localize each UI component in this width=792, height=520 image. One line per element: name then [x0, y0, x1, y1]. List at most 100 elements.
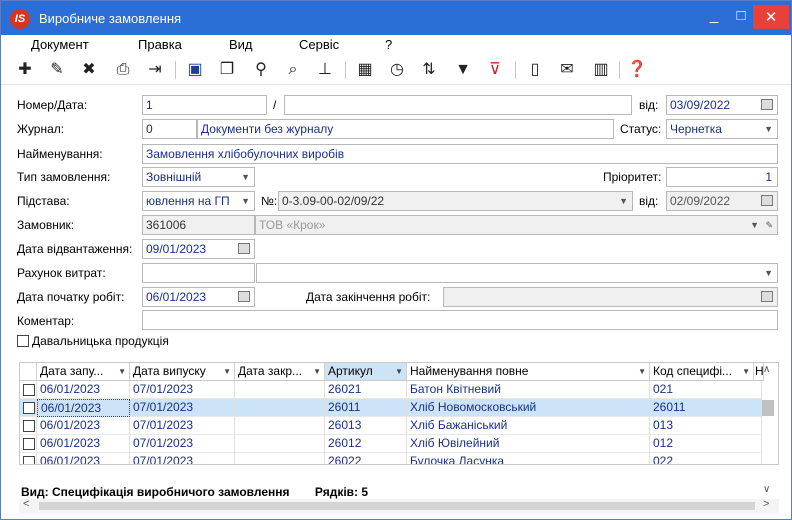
help-icon[interactable]: ❓ [625, 58, 649, 82]
grid-icon[interactable]: ▦ [353, 58, 377, 82]
dropdown-icon[interactable]: ▼ [313, 363, 321, 380]
row-checkbox[interactable] [23, 402, 35, 414]
release-date-cell[interactable]: 07/01/2023 [130, 453, 235, 464]
ship-date-field[interactable]: 09/01/2023 [142, 239, 255, 259]
chevron-down-icon[interactable]: ▼ [764, 264, 773, 282]
sort-icon[interactable]: ⇅ [417, 58, 441, 82]
chevron-down-icon[interactable]: ▼ [764, 120, 773, 138]
columns-icon[interactable]: ▥ [589, 58, 613, 82]
number-field[interactable]: 1 [142, 95, 267, 115]
column-header-full-name[interactable]: Найменування повне ▼ [407, 363, 650, 381]
copy-icon[interactable]: ❐ [215, 58, 239, 82]
journal-code-field[interactable]: 0 [142, 119, 197, 139]
close-date-cell[interactable] [235, 417, 325, 435]
spec-code-cell[interactable]: 012 [650, 435, 762, 453]
cost-account-code-field[interactable] [142, 263, 255, 283]
full-name-cell[interactable]: Хліб Бажаніський [407, 417, 650, 435]
launch-date-cell[interactable]: 06/01/2023 [37, 453, 130, 464]
launch-date-cell[interactable]: 06/01/2023 [37, 399, 130, 417]
spec-code-cell[interactable]: 021 [650, 381, 762, 399]
row-checkbox-cell[interactable] [20, 435, 37, 453]
mail-icon[interactable]: ✉ [555, 58, 579, 82]
filter-icon[interactable]: ▼ [451, 58, 475, 82]
article-cell[interactable]: 26022 [325, 453, 407, 464]
status-select[interactable]: Чернетка ▼ [666, 119, 778, 139]
row-checkbox[interactable] [23, 420, 35, 432]
launch-date-cell[interactable]: 06/01/2023 [37, 435, 130, 453]
scroll-left-icon[interactable]: < [23, 498, 29, 510]
menu-service[interactable]: Сервіс [299, 37, 339, 52]
vertical-scrollbar[interactable]: ∧ [759, 362, 777, 465]
release-date-cell[interactable]: 07/01/2023 [130, 417, 235, 435]
table-row[interactable]: 06/01/2023 07/01/2023 26021 Батон Квітне… [20, 381, 762, 399]
scroll-thumb[interactable] [762, 400, 774, 416]
menu-document[interactable]: Документ [31, 37, 89, 52]
menu-view[interactable]: Вид [229, 37, 253, 52]
spec-code-cell[interactable]: 013 [650, 417, 762, 435]
menu-help[interactable]: ? [385, 37, 392, 52]
minimize-button[interactable]: _ [699, 3, 729, 29]
row-checkbox-cell[interactable] [20, 381, 37, 399]
full-name-cell[interactable]: Хліб Ювілейний [407, 435, 650, 453]
chevron-down-icon[interactable]: ▼ [750, 216, 759, 234]
hscroll-thumb[interactable] [39, 502, 755, 510]
article-cell[interactable]: 26012 [325, 435, 407, 453]
basis-number-select[interactable]: 0-3.09-00-02/09/22 ▼ [278, 191, 633, 211]
menu-edit[interactable]: Правка [138, 37, 182, 52]
calendar-icon[interactable] [238, 291, 250, 302]
dropdown-icon[interactable]: ▼ [395, 363, 403, 380]
article-cell[interactable]: 26011 [325, 399, 407, 417]
release-date-cell[interactable]: 07/01/2023 [130, 435, 235, 453]
scroll-up-icon[interactable]: ∧ [763, 364, 770, 375]
full-name-cell[interactable]: Батон Квітневий [407, 381, 650, 399]
dropdown-icon[interactable]: ▼ [638, 363, 646, 380]
number-suffix-field[interactable] [284, 95, 632, 115]
full-name-cell[interactable]: Булочка Ласунка [407, 453, 650, 464]
article-cell[interactable]: 26013 [325, 417, 407, 435]
column-header-release-date[interactable]: Дата випуску ▼ [130, 363, 235, 381]
priority-field[interactable]: 1 [666, 167, 778, 187]
column-header-launch-date[interactable]: Дата запу... ▼ [37, 363, 130, 381]
spec-code-cell[interactable]: 022 [650, 453, 762, 464]
row-checkbox-cell[interactable] [20, 417, 37, 435]
chevron-down-icon[interactable]: ▼ [241, 192, 250, 210]
row-checkbox-cell[interactable] [20, 399, 37, 417]
horizontal-scrollbar[interactable]: < > [19, 498, 779, 513]
column-header-spec-code[interactable]: Код специфі... ▼ [650, 363, 754, 381]
customer-name-select[interactable]: ТОВ «Крок» ▼ ✎ [255, 215, 778, 235]
row-checkbox-cell[interactable] [20, 453, 37, 464]
column-header-article[interactable]: Артикул ▼ [325, 363, 407, 381]
launch-date-cell[interactable]: 06/01/2023 [37, 417, 130, 435]
order-type-select[interactable]: Зовнішній ▼ [142, 167, 255, 187]
full-name-cell[interactable]: Хліб Новомосковський [407, 399, 650, 417]
clear-filter-icon[interactable]: ⊽ [483, 58, 507, 82]
form-icon[interactable]: ▯ [523, 58, 547, 82]
cost-account-select[interactable]: ▼ [256, 263, 778, 283]
print-icon[interactable]: ⎙ [111, 58, 135, 82]
search-icon[interactable]: ⚲ [249, 58, 273, 82]
column-header-close-date[interactable]: Дата закр... ▼ [235, 363, 325, 381]
table-row[interactable]: 06/01/2023 07/01/2023 26012 Хліб Ювілейн… [20, 435, 762, 453]
add-doc-icon[interactable]: ✚ [13, 58, 37, 82]
row-checkbox[interactable] [23, 384, 35, 396]
tolling-checkbox[interactable] [17, 335, 29, 347]
chevron-down-icon[interactable]: ▼ [241, 168, 250, 186]
calendar-icon[interactable] [761, 99, 773, 110]
journal-name-field[interactable]: Документи без журналу [197, 119, 614, 139]
dropdown-icon[interactable]: ▼ [118, 363, 126, 380]
pencil-icon[interactable]: ✎ [765, 216, 773, 234]
close-date-cell[interactable] [235, 435, 325, 453]
table-row[interactable]: 06/01/2023 07/01/2023 26013 Хліб Бажаніс… [20, 417, 762, 435]
comment-field[interactable] [142, 310, 778, 330]
export-icon[interactable]: ⇥ [143, 58, 167, 82]
calendar-icon[interactable] [238, 243, 250, 254]
article-cell[interactable]: 26021 [325, 381, 407, 399]
save-icon[interactable]: ▣ [183, 58, 207, 82]
table-row[interactable]: 06/01/2023 07/01/2023 26011 Хліб Новомос… [20, 399, 762, 417]
find-next-icon[interactable]: ⌕ [281, 58, 305, 82]
spec-code-cell[interactable]: 26011 [650, 399, 762, 417]
start-date-field[interactable]: 06/01/2023 [142, 287, 255, 307]
basis-select[interactable]: ювлення на ГП ▼ [142, 191, 255, 211]
document-date-field[interactable]: 03/09/2022 [666, 95, 778, 115]
release-date-cell[interactable]: 07/01/2023 [130, 399, 235, 417]
